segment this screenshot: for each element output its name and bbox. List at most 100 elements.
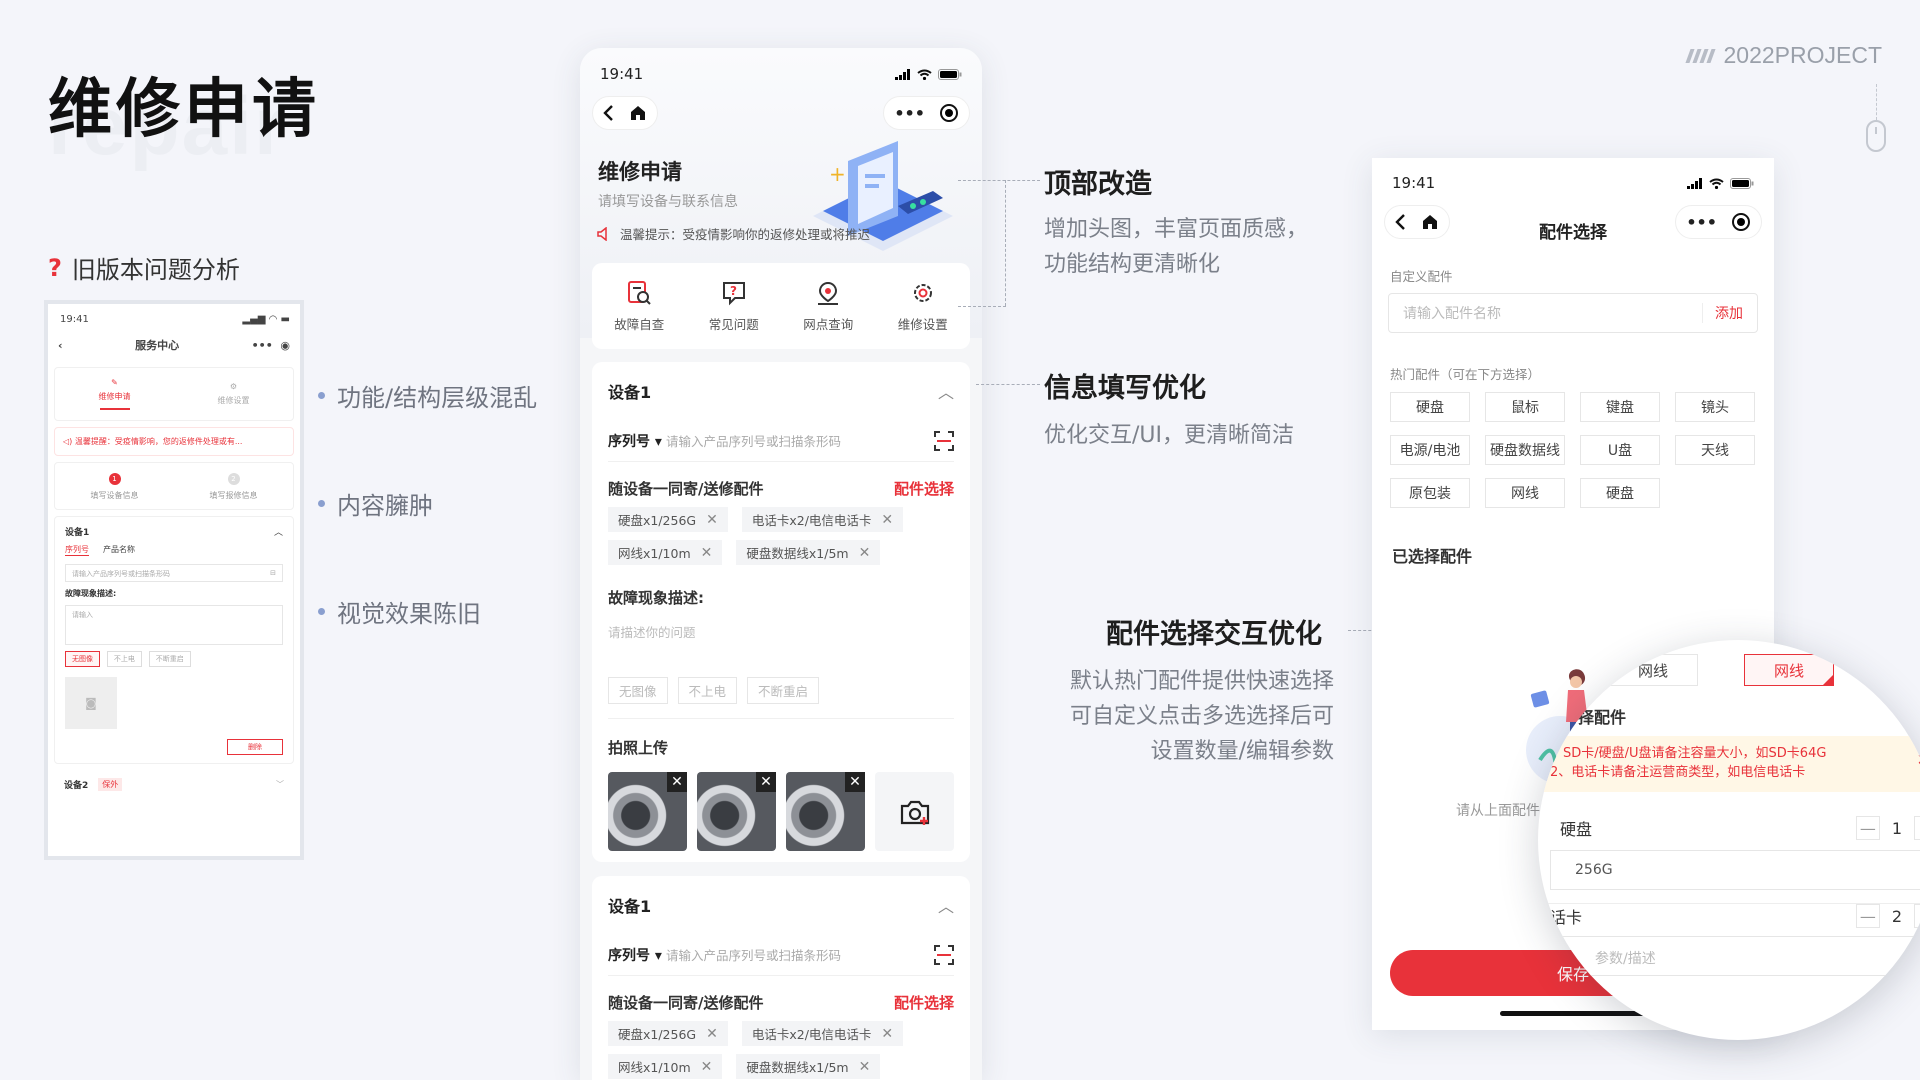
remove-icon[interactable]: ✕ <box>706 1026 718 1042</box>
delete-button[interactable]: 删除 <box>227 739 283 755</box>
part-option[interactable]: 镜头 <box>1675 392 1755 422</box>
close-icon[interactable]: ✕ <box>1917 750 1920 769</box>
part-option[interactable]: U盘 <box>1580 435 1660 465</box>
old-version-heading: ? 旧版本问题分析 <box>48 250 240 285</box>
serial-select[interactable]: 序列号 ▾ <box>608 945 666 965</box>
quantity-stepper: — 2 + <box>1855 904 1920 928</box>
svg-text:?: ? <box>730 284 737 298</box>
delete-photo-icon[interactable]: ✕ <box>756 772 776 792</box>
minus-icon[interactable]: — <box>1855 816 1880 840</box>
part-option[interactable]: 硬盘数据线 <box>1485 435 1565 465</box>
subtab-product[interactable]: 产品名称 <box>103 544 135 556</box>
issue-bullet: 功能/结构层级混乱 <box>318 378 537 413</box>
device-card-header[interactable]: 设备1 ︿ <box>608 362 954 420</box>
quick-label: 网点查询 <box>803 316 854 332</box>
fault-tag[interactable]: 无图像 <box>65 651 100 667</box>
delete-photo-icon[interactable]: ✕ <box>667 772 687 792</box>
question-icon: ? <box>48 253 62 282</box>
part-option[interactable]: 鼠标 <box>1485 392 1565 422</box>
device-card-header[interactable]: 设备1 ︿ <box>608 876 954 934</box>
chevron-down-icon[interactable]: ﹀ <box>276 779 284 790</box>
accessory-chip: 硬盘x1/256G ✕ <box>608 507 728 532</box>
custom-part-input[interactable]: 请输入配件名称 添加 <box>1388 293 1758 333</box>
selected-part-row: 话卡 — 2 + <box>1550 904 1920 928</box>
part-option[interactable]: 网线 <box>1485 478 1565 508</box>
fault-tag[interactable]: 无图像 <box>608 677 668 704</box>
quick-entry-faq[interactable]: ? 常见问题 <box>687 263 782 349</box>
accessory-select-link[interactable]: 配件选择 <box>894 992 954 1013</box>
fault-tag[interactable]: 不上电 <box>106 651 142 667</box>
photo-thumbnail[interactable]: ✕ <box>786 772 865 851</box>
step-indicator: 1 填写设备信息 2 填写报修信息 <box>54 462 294 510</box>
quick-entry-locations[interactable]: 网点查询 <box>781 263 876 349</box>
serial-input[interactable]: 请输入产品序列号或扫描条形码 ⊟ <box>65 564 283 582</box>
subtab-serial[interactable]: 序列号 <box>65 544 89 556</box>
photo-thumbnail[interactable]: ✕ <box>697 772 776 851</box>
scan-icon[interactable] <box>934 944 954 965</box>
remove-icon[interactable]: ✕ <box>859 545 871 561</box>
annotation-line: 默认热门配件提供快速选择 <box>1069 669 1334 694</box>
more-icon[interactable]: ••• <box>894 104 925 123</box>
quick-entry-settings[interactable]: 维修设置 <box>876 263 971 349</box>
part-option[interactable]: 硬盘 <box>1580 478 1660 508</box>
part-param-input[interactable]: 256G <box>1550 850 1920 890</box>
remove-icon[interactable]: ✕ <box>859 1059 871 1075</box>
chevron-up-icon[interactable]: ︿ <box>938 379 954 403</box>
part-option[interactable]: 原包装 <box>1390 478 1470 508</box>
step-label: 填写报修信息 <box>209 491 258 500</box>
part-option[interactable]: 网线 <box>1608 654 1698 686</box>
plus-icon[interactable]: + <box>1914 816 1920 840</box>
capsule-menu[interactable]: ••• ◉ <box>252 339 290 352</box>
remove-icon[interactable]: ✕ <box>881 512 893 528</box>
accessory-select-link[interactable]: 配件选择 <box>894 478 954 499</box>
close-mini-program-icon[interactable] <box>939 103 959 123</box>
camera-icon[interactable]: ◙ <box>65 677 117 729</box>
part-option[interactable]: 电源/电池 <box>1390 435 1470 465</box>
fault-textarea[interactable]: 请描述你的问题 <box>608 622 954 641</box>
back-icon[interactable]: ‹ <box>58 339 63 352</box>
remove-icon[interactable]: ✕ <box>706 512 718 528</box>
serial-row: 序列号 ▾ 请输入产品序列号或扫描条形码 <box>608 934 954 976</box>
accessory-chip: 硬盘数据线x1/5m ✕ <box>736 1054 881 1079</box>
back-icon[interactable] <box>603 104 615 122</box>
annotation-line: 可自定义点击多选选择后可 <box>1069 704 1334 729</box>
nav-bar: ••• <box>592 96 970 130</box>
tab-repair[interactable]: ✎ 维修申请 <box>55 368 174 420</box>
annotation-desc: 默认热门配件提供快速选择 可自定义点击多选选择后可 设置数量/编辑参数 <box>1042 664 1334 769</box>
chevron-up-icon[interactable]: ︿ <box>938 893 954 917</box>
fault-tag[interactable]: 不上电 <box>677 677 738 704</box>
add-photo-button[interactable] <box>875 772 954 851</box>
battery-icon <box>938 68 962 80</box>
photo-thumbnail[interactable]: ✕ <box>608 772 687 851</box>
delete-photo-icon[interactable]: ✕ <box>845 772 865 792</box>
home-icon[interactable] <box>629 104 647 122</box>
scan-icon[interactable] <box>934 430 954 451</box>
plus-icon[interactable]: + <box>1914 904 1920 928</box>
fault-tag[interactable]: 不断重启 <box>747 677 820 704</box>
part-option[interactable]: 键盘 <box>1580 392 1660 422</box>
serial-input[interactable]: 请输入产品序列号或扫描条形码 <box>666 945 934 964</box>
nav-bar: ‹ 服务中心 ••• ◉ <box>48 325 300 361</box>
tab-settings[interactable]: ⚙ 维修设置 <box>174 368 293 420</box>
minus-icon[interactable]: — <box>1855 904 1880 928</box>
part-option-selected[interactable]: 网线 <box>1744 654 1834 686</box>
serial-select[interactable]: 序列号 ▾ <box>608 431 666 451</box>
add-button[interactable]: 添加 <box>1702 303 1743 323</box>
chevron-up-icon[interactable]: ︿ <box>274 525 283 538</box>
fault-tag[interactable]: 不断重启 <box>148 651 191 667</box>
remove-icon[interactable]: ✕ <box>881 1026 893 1042</box>
quick-entry-self-check[interactable]: 故障自查 <box>592 263 687 349</box>
part-option[interactable]: 硬盘 <box>1390 392 1470 422</box>
remove-icon[interactable]: ✕ <box>701 1059 713 1075</box>
scan-icon[interactable]: ⊟ <box>270 569 276 577</box>
part-param-input[interactable]: 参数/描述 <box>1550 936 1920 976</box>
fault-textarea[interactable]: 请输入 <box>65 605 283 645</box>
chip-label: 网线x1/10m <box>618 1060 691 1075</box>
hot-parts-label: 热门配件（可在下方选择） <box>1390 367 1541 382</box>
selected-section-title: 择配件 <box>1578 708 1627 727</box>
serial-input[interactable]: 请输入产品序列号或扫描条形码 <box>666 431 934 450</box>
photo-list: ✕ ✕ ✕ <box>608 772 954 851</box>
remove-icon[interactable]: ✕ <box>701 545 713 561</box>
device-2-row[interactable]: 设备2 保外 ﹀ <box>48 770 300 799</box>
part-option[interactable]: 天线 <box>1675 435 1755 465</box>
